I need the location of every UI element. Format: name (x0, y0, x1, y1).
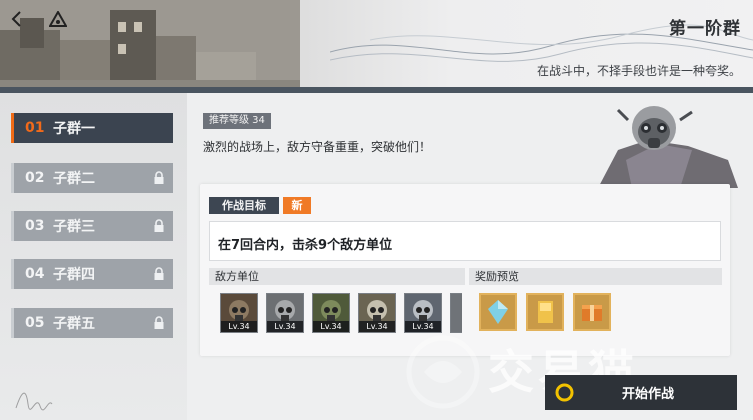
group-name: 子群三 (53, 219, 95, 235)
recommended-level-badge: 推荐等级 34 (203, 113, 271, 129)
group-number: 03 (25, 218, 45, 234)
enemy-level: Lv.34 (267, 321, 303, 332)
reward-item-1[interactable] (479, 293, 517, 331)
page-subtitle: 在战斗中，不择手段也许是一种夸奖。 (536, 64, 741, 78)
group-item-3[interactable]: 03 子群三 (11, 211, 173, 241)
back-button[interactable] (4, 6, 30, 32)
group-item-2[interactable]: 02 子群二 (11, 163, 173, 193)
group-item-5[interactable]: 05 子群五 (11, 308, 173, 338)
objective-text: 在7回合内，击杀9个敌方单位 (218, 238, 393, 253)
enemy-level: Lv.34 (405, 321, 441, 332)
group-number: 05 (25, 315, 45, 331)
signature-mark (15, 392, 53, 411)
lock-icon (154, 267, 164, 280)
reward-section-header: 奖励预览 (469, 268, 722, 285)
lock-icon (154, 219, 164, 232)
enemy-unit-1[interactable]: Lv.34 (220, 293, 258, 333)
start-battle-button[interactable]: 开始作战 (545, 375, 737, 410)
enemy-unit-partial[interactable] (450, 293, 462, 333)
lock-icon (154, 171, 164, 184)
stage-description: 激烈的战场上，敌方守备重重，突破他们！ (203, 140, 432, 154)
group-item-1[interactable]: 01 子群一 (11, 113, 173, 143)
enemy-unit-3[interactable]: Lv.34 (312, 293, 350, 333)
ring-icon (555, 383, 574, 402)
tab-objective[interactable]: 作战目标 (209, 197, 279, 214)
enemy-level: Lv.34 (221, 321, 257, 332)
reward-item-3[interactable] (573, 293, 611, 331)
page-title: 第一阶群 (669, 19, 741, 39)
group-name: 子群二 (53, 171, 95, 187)
group-item-4[interactable]: 04 子群四 (11, 259, 173, 289)
group-name: 子群五 (53, 316, 95, 332)
back-arrow-icon (11, 11, 21, 27)
enemy-section-header: 敌方单位 (209, 268, 465, 285)
enemy-level: Lv.34 (313, 321, 349, 332)
supply-crate-icon (575, 295, 609, 329)
group-number: 04 (25, 266, 45, 282)
home-button[interactable] (44, 6, 72, 32)
gold-bar-icon (528, 295, 562, 329)
group-number: 01 (25, 120, 45, 136)
enemy-portrait-icon (451, 294, 462, 332)
crystal-icon (481, 295, 515, 329)
enemy-unit-2[interactable]: Lv.34 (266, 293, 304, 333)
enemy-unit-5[interactable]: Lv.34 (404, 293, 442, 333)
home-triangle-icon (49, 11, 67, 27)
group-name: 子群一 (53, 121, 95, 137)
enemy-unit-4[interactable]: Lv.34 (358, 293, 396, 333)
reward-item-2[interactable] (526, 293, 564, 331)
group-number: 02 (25, 170, 45, 186)
new-badge: 新 (283, 197, 311, 214)
lock-icon (154, 316, 164, 329)
boss-portrait (598, 106, 738, 188)
enemy-level: Lv.34 (359, 321, 395, 332)
group-name: 子群四 (53, 267, 95, 283)
stage-header: 第一阶群 在战斗中，不择手段也许是一种夸奖。 (0, 0, 753, 92)
start-battle-label: 开始作战 (622, 387, 675, 402)
